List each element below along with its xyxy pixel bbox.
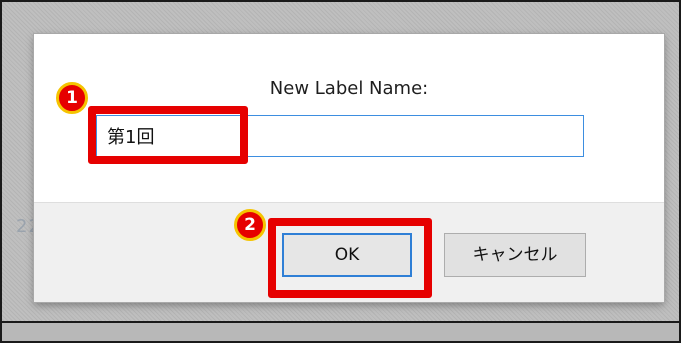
step-1-badge: 1: [56, 82, 88, 114]
background-strip: [2, 321, 679, 341]
ok-highlight-box: [268, 218, 432, 298]
screenshot-frame: 22: New Label Name: OK キャンセル 1 2: [0, 0, 681, 343]
input-highlight-box: [88, 106, 248, 164]
step-2-badge: 2: [234, 209, 266, 241]
cancel-button[interactable]: キャンセル: [444, 233, 586, 277]
prompt-label: New Label Name:: [269, 78, 429, 99]
